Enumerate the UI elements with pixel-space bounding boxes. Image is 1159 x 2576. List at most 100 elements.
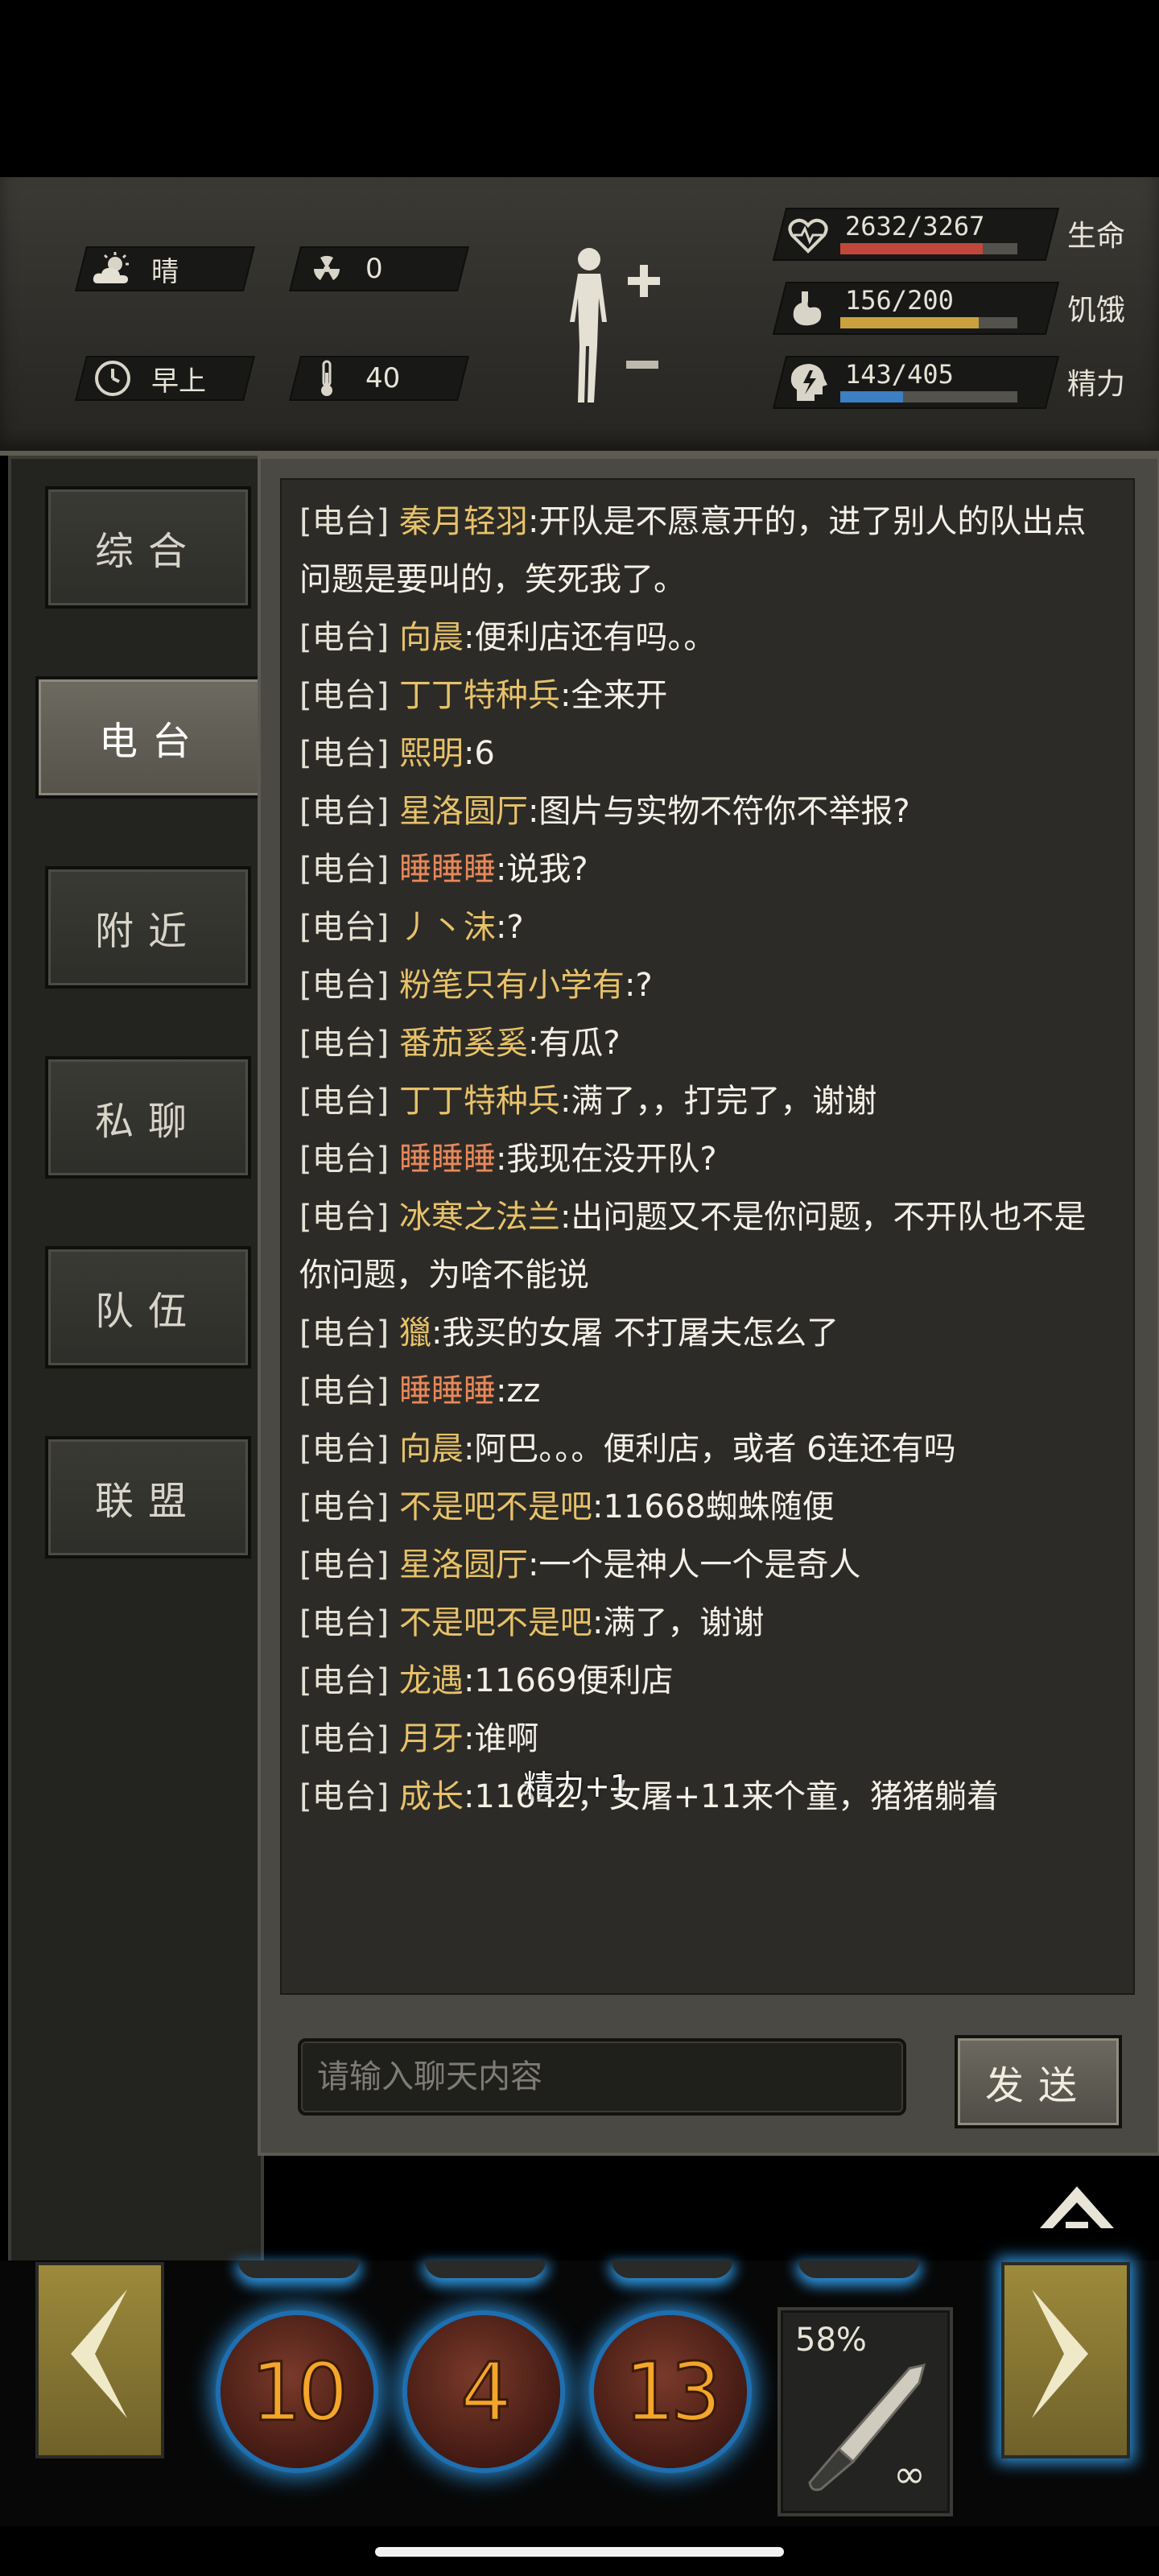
message-sender[interactable]: 丁丁特种兵: [399, 1083, 560, 1120]
top-hud: 晴 0 早上 40 2632/3267 生命 156/200 饥饿 143/40…: [0, 177, 1159, 456]
chat-message: [电台] 獵:我买的女屠 不打屠夫怎么了: [282, 1304, 1133, 1362]
message-sender[interactable]: 向晨: [399, 1430, 464, 1468]
radiation-indicator: 0: [289, 246, 469, 291]
home-indicator: [375, 2547, 784, 2557]
message-channel: [电台]: [299, 793, 390, 830]
message-channel: [电台]: [299, 1430, 390, 1468]
stomach-icon: [786, 287, 831, 332]
chat-message: [电台] 龙遇:11669便利店: [282, 1652, 1133, 1710]
send-button[interactable]: 发送: [955, 2035, 1122, 2128]
chat-log[interactable]: [电台] 秦月轻羽:开队是不愿意开的，进了别人的队出点问题是要叫的，笑死我了。[…: [280, 478, 1135, 1995]
message-text: :我买的女屠 不打屠夫怎么了: [431, 1315, 839, 1352]
chat-message: [电台] 熙明:6: [282, 724, 1133, 782]
message-channel: [电台]: [299, 1373, 390, 1410]
message-sender[interactable]: 粉笔只有小学有: [399, 967, 625, 1004]
energy-stat: 143/405 精力: [772, 356, 1149, 409]
skill-slot-2[interactable]: 4: [407, 2315, 560, 2468]
chat-input[interactable]: [298, 2038, 906, 2116]
chat-message: [电台] 不是吧不是吧:11668蜘蛛随便: [282, 1478, 1133, 1536]
chat-message: [电台] 星洛圆厅:图片与实物不符你不举报?: [282, 782, 1133, 840]
message-text: :阿巴。。。便利店，或者 6连还有吗: [463, 1430, 956, 1468]
body-figure-icon: [570, 248, 660, 402]
status-bar-area: [0, 0, 1159, 177]
chat-message: [电台] 向晨:便利店还有吗。。: [282, 609, 1133, 667]
skill-slot-1[interactable]: 10: [221, 2315, 373, 2468]
message-sender[interactable]: 冰寒之法兰: [399, 1199, 560, 1236]
message-channel: [电台]: [299, 619, 390, 656]
message-channel: [电台]: [299, 909, 390, 946]
message-text: :zz: [495, 1373, 541, 1410]
message-channel: [电台]: [299, 503, 390, 540]
message-channel: [电台]: [299, 967, 390, 1004]
energy-head-icon: [786, 361, 831, 406]
message-text: :11668蜘蛛随便: [592, 1488, 835, 1525]
message-text: :说我?: [495, 851, 588, 888]
chat-message: [电台] 星洛圆厅:一个是神人一个是奇人: [282, 1536, 1133, 1594]
message-sender[interactable]: 秦月轻羽: [399, 503, 528, 540]
message-sender[interactable]: 睡睡睡: [399, 1373, 496, 1410]
skill-2-count: 4: [460, 2343, 514, 2440]
temperature-value: 40: [365, 362, 401, 394]
weapon-durability: 58%: [795, 2322, 867, 2359]
chat-message: [电台] 番茄奚奚:有瓜?: [282, 1014, 1133, 1072]
tab-1[interactable]: 电台: [35, 676, 269, 799]
time-indicator: 早上: [75, 356, 255, 401]
message-sender[interactable]: 龙遇: [399, 1662, 464, 1699]
message-text: :我现在没开队?: [495, 1141, 717, 1178]
weather-text: 晴: [151, 255, 179, 288]
message-text: :满了，，打完了，谢谢: [559, 1083, 877, 1120]
tab-4[interactable]: 队伍: [45, 1246, 251, 1368]
chat-message: [电台] 丁丁特种兵:全来开: [282, 667, 1133, 724]
message-sender[interactable]: 不是吧不是吧: [399, 1488, 592, 1525]
message-channel: [电台]: [299, 851, 390, 888]
body-status-button[interactable]: [555, 242, 668, 419]
chat-message: [电台] 月牙:谁啊: [282, 1710, 1133, 1768]
heart-pulse-icon: [786, 213, 831, 258]
message-sender[interactable]: 番茄奚奚: [399, 1025, 528, 1062]
message-text: :一个是神人一个是奇人: [527, 1546, 861, 1583]
message-channel: [电台]: [299, 1662, 390, 1699]
message-sender[interactable]: 睡睡睡: [399, 851, 496, 888]
prev-page-button[interactable]: [35, 2262, 164, 2458]
weather-sun-cloud-icon: [89, 246, 137, 291]
chat-panel: [电台] 秦月轻羽:开队是不愿意开的，进了别人的队出点问题是要叫的，笑死我了。[…: [258, 456, 1159, 2156]
chat-message: [电台] 睡睡睡:zz: [282, 1362, 1133, 1420]
next-page-button[interactable]: [1001, 2262, 1130, 2458]
message-text: :谁啊: [463, 1720, 539, 1757]
tab-3[interactable]: 私聊: [45, 1056, 251, 1179]
message-channel: [电台]: [299, 1778, 390, 1815]
arrow-left-icon: [71, 2289, 127, 2418]
skill-slot-3[interactable]: 13: [594, 2315, 747, 2468]
chat-message: [电台] 成长:11642，女屠+11来个童，猪猪躺着: [282, 1768, 1133, 1826]
message-sender[interactable]: 熙明: [399, 735, 464, 772]
weather-indicator: 晴: [75, 246, 255, 291]
health-bar: [840, 243, 1017, 254]
chat-message: [电台] 向晨:阿巴。。。便利店，或者 6连还有吗: [282, 1420, 1133, 1478]
hunger-bar: [840, 317, 1017, 328]
message-sender[interactable]: 獵: [399, 1315, 431, 1352]
collapse-panel-button[interactable]: [1037, 2178, 1117, 2235]
tab-2[interactable]: 附近: [45, 866, 251, 989]
chat-message: [电台] 睡睡睡:我现在没开队?: [282, 1130, 1133, 1188]
tab-0[interactable]: 综合: [45, 486, 251, 609]
chat-message: [电台] 粉笔只有小学有:?: [282, 956, 1133, 1014]
message-sender[interactable]: 不是吧不是吧: [399, 1604, 592, 1641]
message-sender[interactable]: 睡睡睡: [399, 1141, 496, 1178]
message-sender[interactable]: 月牙: [399, 1720, 464, 1757]
thermometer-icon: [303, 356, 351, 401]
message-channel: [电台]: [299, 1604, 390, 1641]
message-sender[interactable]: 星洛圆厅: [399, 793, 528, 830]
message-channel: [电台]: [299, 735, 390, 772]
message-sender[interactable]: 向晨: [399, 619, 464, 656]
tab-5[interactable]: 联盟: [45, 1436, 251, 1558]
message-channel: [电台]: [299, 1720, 390, 1757]
message-sender[interactable]: 丿丶沫: [399, 909, 496, 946]
message-text: :6: [463, 735, 495, 772]
message-sender[interactable]: 丁丁特种兵: [399, 677, 560, 714]
temperature-indicator: 40: [289, 356, 469, 401]
message-sender[interactable]: 成长: [399, 1778, 464, 1815]
weapon-slot[interactable]: 58% ∞: [777, 2307, 953, 2516]
message-text: :满了，谢谢: [592, 1604, 765, 1641]
message-sender[interactable]: 星洛圆厅: [399, 1546, 528, 1583]
hunger-stat: 156/200 饥饿: [772, 282, 1149, 335]
